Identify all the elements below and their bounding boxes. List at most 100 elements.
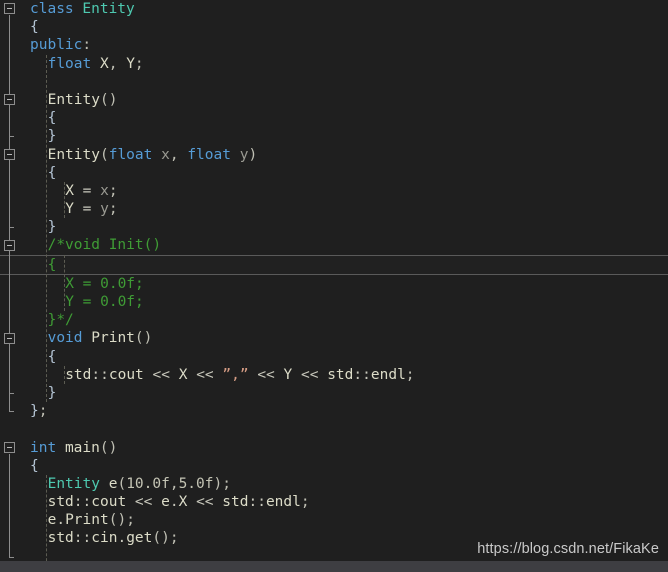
code-token-punc — [56, 440, 65, 456]
code-line[interactable]: class Entity — [0, 0, 668, 18]
code-line[interactable]: { — [0, 348, 668, 366]
code-line-text: Y = y; — [65, 200, 117, 218]
code-line[interactable]: int main() — [0, 439, 668, 457]
code-token-op: :: — [73, 494, 92, 511]
code-line-text: public: — [30, 36, 91, 54]
code-token-punc — [100, 476, 109, 492]
code-token-punc — [91, 56, 100, 72]
code-line[interactable]: } — [0, 127, 668, 145]
code-token-punc — [275, 367, 284, 383]
code-line[interactable]: Y = y; — [0, 200, 668, 218]
code-token-brace: { — [47, 348, 57, 365]
code-line[interactable]: X = 0.0f; — [0, 275, 668, 293]
code-token-id: endl — [370, 366, 406, 383]
code-token-punc: ; — [38, 403, 48, 420]
code-line[interactable]: } — [0, 218, 668, 236]
code-line[interactable]: { — [0, 109, 668, 127]
code-token-punc: : — [82, 37, 92, 54]
code-token-fn: Entity — [47, 91, 100, 108]
horizontal-scrollbar[interactable] — [0, 561, 668, 572]
code-line-text: std::cin.get(); — [48, 529, 179, 547]
code-token-brace: } — [47, 219, 57, 236]
code-line[interactable]: { — [0, 164, 668, 182]
code-token-num: 10.0f — [126, 475, 170, 492]
code-line[interactable]: Entity e(10.0f,5.0f); — [0, 475, 668, 493]
code-line[interactable]: void Print() — [0, 329, 668, 347]
code-token-brace: { — [30, 19, 39, 36]
code-line[interactable]: e.Print(); — [0, 511, 668, 529]
code-token-kw: float — [108, 146, 153, 163]
code-line-text: /*void Init() — [48, 236, 162, 254]
code-line[interactable] — [0, 420, 668, 438]
code-line-text: std::cout << e.X << std::endl; — [48, 493, 310, 511]
code-line[interactable]: /*void Init() — [0, 236, 668, 254]
code-token-punc — [74, 183, 83, 199]
code-line[interactable]: public: — [0, 36, 668, 54]
code-editor[interactable]: class Entity{public: float X, Y; Entity(){… — [0, 0, 668, 572]
code-token-punc — [187, 367, 196, 383]
code-surface[interactable]: class Entity{public: float X, Y; Entity(){… — [0, 0, 668, 561]
code-token-brace: { — [47, 110, 57, 127]
code-line-text: int main() — [30, 439, 117, 457]
code-line[interactable]: X = x; — [0, 182, 668, 200]
code-token-fn: Print — [65, 512, 109, 529]
code-token-punc: ) — [213, 475, 223, 492]
code-line-text: X = x; — [65, 182, 117, 200]
code-token-id: std — [222, 494, 249, 511]
code-token-punc — [91, 183, 100, 199]
horizontal-scrollbar-thumb[interactable] — [0, 561, 668, 572]
code-line[interactable]: Entity(float x, float y) — [0, 146, 668, 164]
code-line-text: Entity(float x, float y) — [48, 146, 258, 164]
code-token-punc — [152, 147, 161, 163]
code-token-punc: ; — [134, 55, 144, 72]
code-token-punc: () — [152, 530, 170, 547]
code-line[interactable]: float X, Y; — [0, 55, 668, 73]
code-line[interactable]: Entity() — [0, 91, 668, 109]
code-line[interactable]: std::cout << e.X << std::endl; — [0, 493, 668, 511]
code-token-id: cout — [91, 494, 127, 511]
code-token-punc — [187, 494, 196, 510]
code-line[interactable]: { — [0, 457, 668, 475]
code-token-id: std — [65, 366, 92, 383]
code-token-punc: , — [169, 146, 179, 163]
code-token-punc — [292, 367, 301, 383]
code-token-fn: get — [126, 530, 153, 547]
code-token-punc — [231, 147, 240, 163]
code-token-punc — [179, 147, 188, 163]
watermark-url: https://blog.csdn.net/FikaKe — [477, 541, 659, 557]
code-token-punc — [74, 201, 83, 217]
code-token-id: e — [161, 494, 170, 511]
code-token-kw: float — [47, 55, 92, 72]
code-token-kw: class — [30, 1, 74, 17]
code-line-text: Y = 0.0f; — [65, 293, 144, 311]
code-line[interactable]: { — [0, 18, 668, 36]
code-token-punc — [91, 201, 100, 217]
code-token-op: << — [196, 366, 214, 383]
code-token-punc: ; — [169, 530, 179, 547]
code-token-type: Entity — [47, 475, 100, 492]
code-line[interactable]: }; — [0, 402, 668, 420]
code-line[interactable]: { — [0, 254, 668, 275]
code-line[interactable] — [0, 73, 668, 91]
code-line[interactable]: } — [0, 384, 668, 402]
code-token-fn: Print — [91, 330, 135, 347]
code-token-op: . — [56, 512, 66, 529]
code-token-op: << — [257, 366, 275, 383]
code-token-punc: ) — [248, 146, 258, 163]
code-line-text: } — [48, 384, 57, 402]
code-line[interactable]: std::cout << X << ”,” << Y << std::endl; — [0, 366, 668, 384]
code-token-id: std — [47, 494, 74, 511]
code-token-op: . — [117, 530, 127, 547]
code-line-text: { — [48, 348, 57, 366]
code-line-text: Entity e(10.0f,5.0f); — [48, 475, 231, 493]
code-line[interactable]: Y = 0.0f; — [0, 293, 668, 311]
code-token-id: Y — [65, 201, 74, 218]
code-token-punc — [170, 367, 179, 383]
code-token-id: endl — [265, 494, 301, 511]
code-token-punc — [83, 330, 92, 346]
code-token-kw: void — [47, 330, 83, 347]
code-line[interactable]: }*/ — [0, 311, 668, 329]
code-line-text: float X, Y; — [48, 55, 144, 73]
code-token-punc: ( — [99, 146, 109, 163]
code-token-brace: } — [47, 128, 57, 145]
